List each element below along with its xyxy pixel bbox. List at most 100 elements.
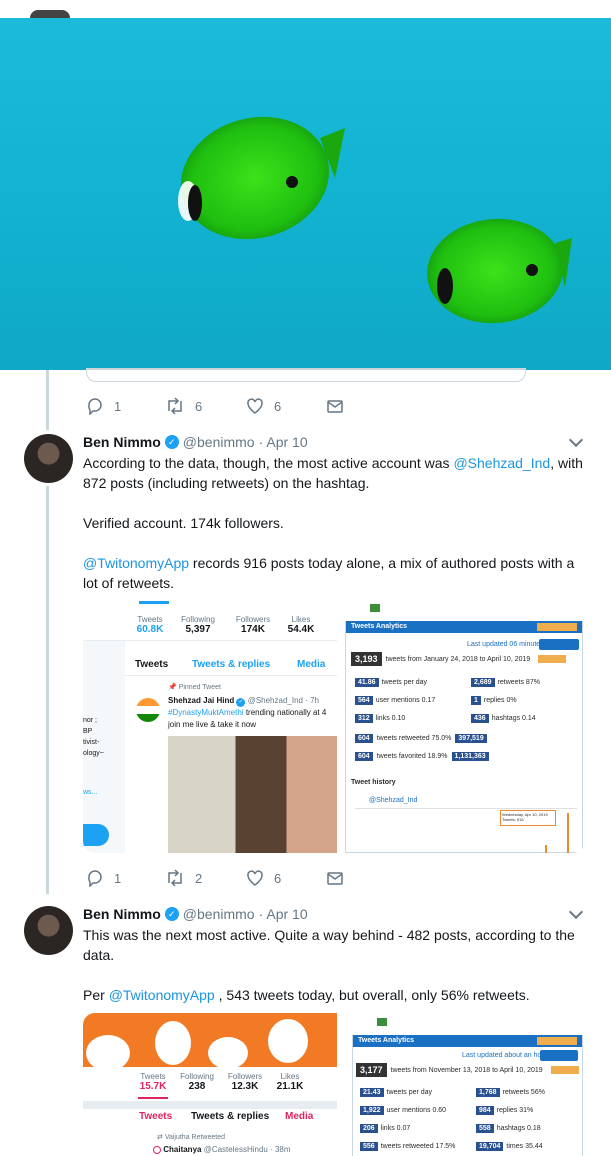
video-thumbnail [168, 736, 337, 853]
stat-num: 556 [360, 1141, 378, 1151]
reply-icon [88, 870, 102, 887]
thread-line [46, 370, 49, 430]
retweet-button[interactable]: 6 [165, 397, 202, 415]
mention-link[interactable]: @TwitonomyApp [109, 987, 215, 1003]
heart-icon [247, 870, 263, 886]
stat-value: 60.8K [136, 624, 164, 635]
tab-tweets: Tweets [139, 1111, 173, 1122]
mention-link[interactable]: @TwitonomyApp [83, 555, 189, 571]
tab-media: Media [285, 1111, 314, 1122]
total-count: 3,177 [356, 1063, 387, 1077]
avatar[interactable] [24, 906, 73, 955]
export-badge [550, 1066, 579, 1074]
stat-num: 1,922 [360, 1105, 384, 1115]
tab-replies: Tweets & replies [191, 1111, 270, 1122]
dm-button[interactable] [326, 397, 344, 415]
media-image-analytics[interactable]: Tweets Analytics Last updated about an h… [350, 1013, 585, 1156]
history-account: @Shehzad_Ind [369, 797, 418, 804]
total-count: 3,193 [351, 652, 382, 666]
bio-line: nor ; [83, 717, 98, 724]
author-handle[interactable]: @benimmo [183, 906, 255, 922]
media-image-analytics[interactable]: Tweets Analytics Last updated 06 minutes… [343, 601, 585, 853]
stats-row: 21.43 tweets per day 1,768 retweets 56% [360, 1083, 580, 1101]
stat-label: Tweets [137, 615, 163, 624]
stat-num: 558 [476, 1123, 494, 1133]
chart-spike [567, 813, 569, 853]
stats-row: 564 user mentions 0.17 1 replies 0% [355, 691, 575, 709]
stat-num: 312 [355, 713, 373, 723]
reply-button[interactable]: 1 [86, 397, 121, 415]
media-image-profile[interactable]: Tweets 15.7K Following 238 Followers 12.3K … [83, 1013, 337, 1156]
chevron-down-icon[interactable] [568, 904, 584, 920]
bio-line: ology~ [83, 750, 104, 757]
stat-label: Tweets [140, 1072, 166, 1081]
stat-label: Likes [291, 615, 311, 624]
stat-num: 1,131,363 [451, 751, 489, 761]
stat-value: 15.7K [139, 1081, 167, 1092]
like-count: 6 [274, 870, 282, 886]
like-button[interactable]: 6 [246, 397, 281, 415]
tweet-date[interactable]: · Apr 10 [259, 434, 308, 450]
total-row: 3,177 tweets from November 13, 2018 to A… [356, 1063, 579, 1077]
stat-desc: replies 31% [496, 1106, 534, 1114]
tab-indicator [138, 1097, 168, 1099]
retweet-icon [168, 869, 182, 887]
dm-button[interactable] [326, 869, 344, 887]
stat-desc: retweets 87% [497, 678, 540, 686]
stat-desc: user mentions 0.60 [386, 1106, 447, 1114]
bio-link: ws... [83, 789, 98, 796]
stat-num: 41.86 [355, 677, 379, 687]
verified-icon: ✓ [164, 907, 179, 921]
stat-desc: tweets retweeted 17.5% [380, 1142, 456, 1150]
text-segment: , 543 tweets today, but overall, only 56… [214, 987, 530, 1003]
profile-sidebar: nor ; BP tivist- ology~ ws... [83, 641, 125, 853]
avatar[interactable] [24, 434, 73, 483]
avatar [30, 10, 70, 18]
stat-value: 12.3K [231, 1081, 259, 1092]
author-name[interactable]: Ben Nimmo [83, 434, 161, 450]
tweet-line: join me live & take it now [168, 720, 257, 729]
stat: Tweets 60.8K [130, 615, 170, 635]
author-handle[interactable]: @benimmo [183, 434, 255, 450]
retweeted-label: ⇄ Vaijutha Retweeted [157, 1134, 225, 1141]
follow-badge [370, 604, 380, 612]
media-image-profile[interactable]: Tweets 60.8K Following 5,397 Followers 174K… [83, 601, 337, 853]
top-strip [0, 0, 611, 18]
stat-desc: tweets per day [381, 678, 428, 686]
like-count: 6 [274, 398, 282, 414]
mention-link[interactable]: @Shehzad_Ind [453, 455, 550, 471]
stats-grid: 41.86 tweets per day 2,689 retweets 87% 564… [355, 673, 575, 765]
retweet-button[interactable]: 2 [165, 869, 202, 887]
author-name[interactable]: Ben Nimmo [83, 906, 161, 922]
butterflyfish-photo[interactable] [0, 18, 611, 370]
stat: Following 238 [177, 1072, 217, 1092]
stat-num: 604 [355, 751, 373, 761]
stat-label: Following [180, 1072, 214, 1081]
text-segment: According to the data, though, the most … [83, 455, 454, 471]
tweet-line: Chaitanya @CastelessHindu · 38m [153, 1145, 291, 1154]
history-title: Tweet history [351, 779, 396, 786]
text-segment: Per [83, 987, 109, 1003]
history-chart: Wednesday, Apr 10, 2019 Tweets: 916 [355, 808, 577, 853]
stats-row: 604 tweets retweeted 75.0% 397,519 [355, 729, 575, 747]
chevron-down-icon[interactable] [568, 432, 584, 448]
tweet-text-para2: Verified account. 174k followers. [83, 515, 284, 531]
stats-row: 312 links 0.10 436 hashtags 0.14 [355, 709, 575, 727]
stat-label: Following [181, 615, 215, 624]
pinned-tweet: Shehzad Jai Hind ✓ @Shehzad_Ind · 7h #Dy… [168, 695, 337, 731]
total-desc: tweets from November 13, 2018 to April 1… [390, 1066, 543, 1074]
stats-row: 604 tweets favorited 18.9% 1,131,363 [355, 747, 575, 765]
stat-num: 1,768 [476, 1087, 500, 1097]
tweet-date[interactable]: · Apr 10 [259, 906, 308, 922]
stat-value: 54.4K [287, 624, 315, 635]
reply-count: 1 [114, 870, 122, 886]
stat: Likes 54.4K [281, 615, 321, 635]
stats-row: 206 links 0.07 558 hashtags 0.18 [360, 1119, 580, 1137]
quoted-media-bottom [86, 370, 526, 382]
stat-desc: user mentions 0.17 [375, 696, 436, 704]
reply-button[interactable]: 1 [86, 869, 121, 887]
reply-count: 1 [114, 398, 122, 414]
tweet-header: Ben Nimmo ✓ @benimmo · Apr 10 [83, 906, 308, 922]
bio-line: tivist- [83, 739, 100, 746]
like-button[interactable]: 6 [246, 869, 281, 887]
